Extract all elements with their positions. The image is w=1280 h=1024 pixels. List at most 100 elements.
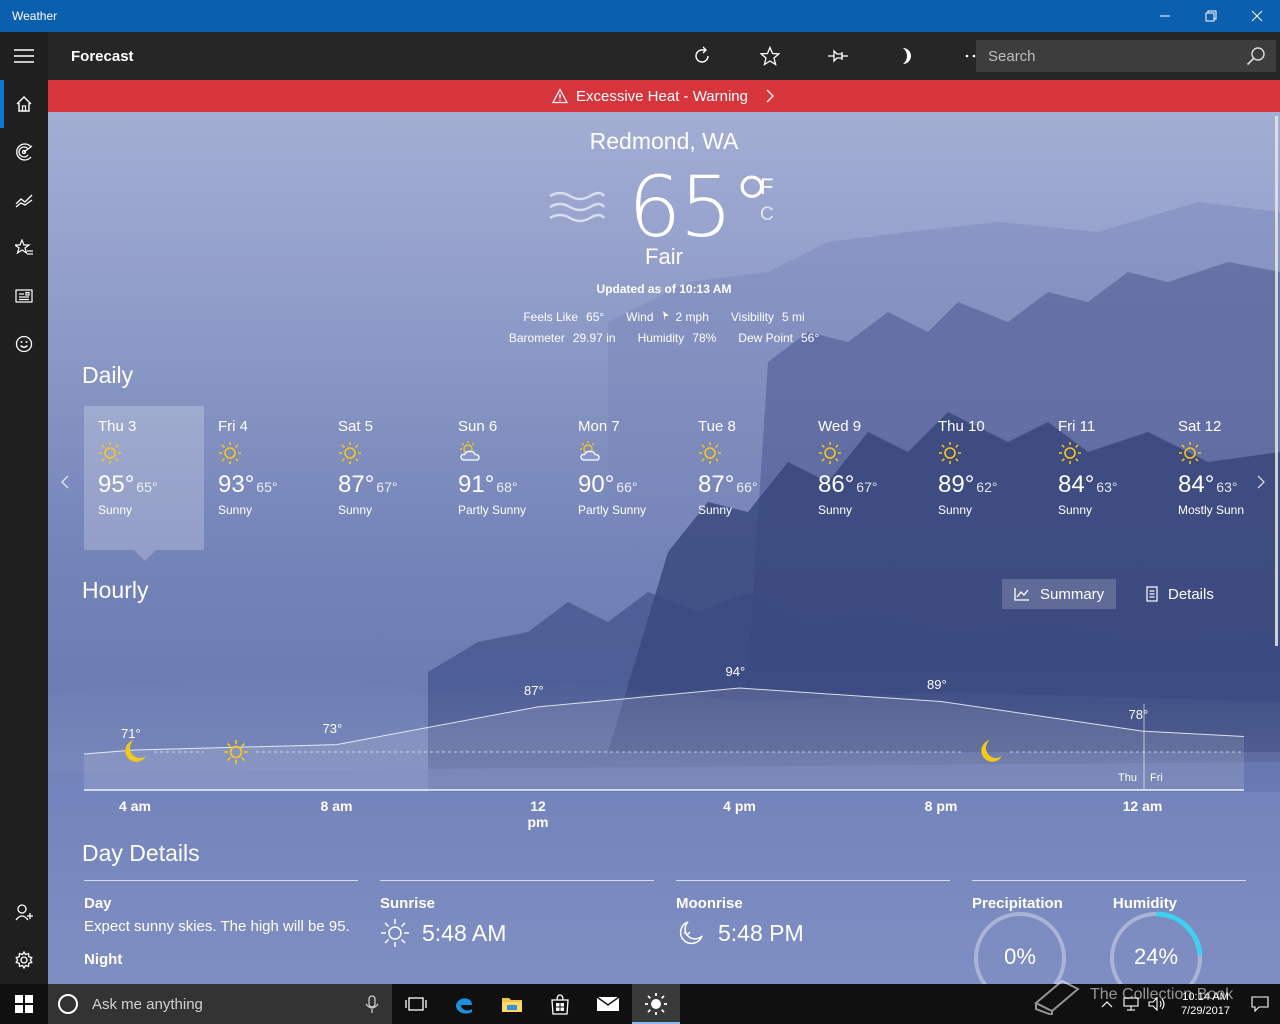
store-button[interactable] [536, 984, 584, 1024]
refresh-button[interactable] [668, 32, 736, 80]
day-high: 86° [818, 471, 855, 498]
day-high: 84° [1178, 471, 1215, 498]
day-low: 63° [1216, 479, 1238, 495]
nav-settings[interactable] [0, 936, 48, 984]
watermark: The Collection Book [1032, 975, 1233, 1015]
daily-heading: Daily [82, 362, 134, 388]
selected-day-pointer [134, 550, 156, 561]
day-night-summary: Day Expect sunny skies. The high will be… [84, 880, 358, 968]
daily-prev-button[interactable] [60, 474, 70, 495]
sunrise-panel: Sunrise 5:48 AM [380, 880, 654, 948]
left-navigation [0, 32, 48, 984]
day-condition: Partly Sunny [458, 503, 527, 517]
close-button[interactable] [1234, 0, 1280, 32]
windows-logo-icon [15, 995, 33, 1013]
folder-icon [502, 998, 522, 1012]
summary-button[interactable]: Summary [1002, 579, 1117, 609]
metrics-row-2: Barometer 29.97 in Humidity 78% Dew Point 5… [48, 331, 1280, 345]
action-center-button[interactable] [1240, 984, 1280, 1024]
window-title: Weather [12, 9, 58, 23]
moon-icon [903, 48, 911, 64]
cortana-search-box [48, 984, 392, 1024]
hamburger-menu-button[interactable] [0, 32, 48, 80]
daily-day-card[interactable]: Fri 11 84° 63° Sunny [1044, 406, 1164, 550]
sunrise-icon [381, 919, 409, 947]
cortana-search-input[interactable] [92, 995, 348, 1013]
nav-forecast[interactable] [0, 80, 48, 128]
sun-icon [219, 442, 241, 464]
humidity-gauge: 24% [1108, 910, 1204, 984]
radar-icon [16, 143, 33, 161]
mail-button[interactable] [584, 984, 632, 1024]
nav-historical[interactable] [0, 176, 48, 224]
day-name: Thu 3 [98, 418, 137, 435]
favorite-button[interactable] [736, 32, 804, 80]
details-button[interactable]: Details [1134, 579, 1226, 609]
day-high: 87° [698, 471, 735, 498]
theme-button[interactable] [872, 32, 940, 80]
search-input[interactable] [976, 47, 1236, 65]
day-condition: Mostly Sunn [1178, 503, 1245, 517]
partly-sunny-icon [580, 441, 600, 461]
day-name: Wed 9 [818, 418, 862, 435]
day-name: Sat 12 [1178, 418, 1222, 435]
fog-icon [549, 191, 605, 223]
chevron-left-icon [61, 475, 69, 489]
moonrise-time: 5:48 PM [718, 919, 804, 946]
location-name: Redmond, WA [589, 128, 739, 154]
moonrise-label: Moonrise [676, 895, 743, 912]
store-icon [551, 994, 569, 1015]
alert-text: Excessive Heat - Warning [575, 87, 748, 105]
hourly-temp-label: 73° [322, 720, 343, 736]
minimize-button[interactable] [1142, 0, 1188, 32]
microphone-icon[interactable] [360, 994, 384, 1014]
day-low: 66° [736, 479, 758, 495]
home-icon [16, 96, 32, 112]
daily-day-card[interactable]: Sun 6 91° 68° Partly Sunny [444, 406, 564, 550]
day-details-heading: Day Details [82, 840, 200, 866]
unit-celsius[interactable]: C [760, 204, 774, 226]
daily-day-card[interactable]: Thu 3 95° 65° Sunny [84, 406, 204, 550]
pin-button[interactable] [804, 32, 872, 80]
wind-direction-icon [662, 311, 669, 321]
day-condition: Sunny [938, 503, 973, 517]
restore-button[interactable] [1188, 0, 1234, 32]
chevron-right-icon [766, 89, 774, 103]
task-view-button[interactable] [392, 984, 440, 1024]
start-button[interactable] [0, 984, 48, 1024]
document-list-icon [1146, 586, 1158, 602]
day-name: Sat 5 [338, 418, 374, 435]
weather-app-button[interactable] [632, 984, 680, 1024]
hourly-temp-label: 94° [725, 664, 746, 679]
daily-day-card[interactable]: Fri 4 93° 65° Sunny [204, 406, 324, 550]
daily-day-card[interactable]: Thu 10 89° 62° Sunny [924, 406, 1044, 550]
hourly-temp-label: 87° [524, 682, 544, 698]
hourly-temp-label: 78° [1128, 707, 1149, 723]
daily-day-card[interactable]: Tue 8 87° 66° Sunny [684, 406, 804, 550]
weather-alert-banner[interactable]: Excessive Heat - Warning [48, 80, 1280, 112]
sunrise-time: 5:48 AM [422, 919, 507, 946]
pin-icon [828, 49, 848, 63]
scrollbar[interactable] [1275, 116, 1278, 646]
humidity-value: 24% [1133, 944, 1179, 969]
nav-feedback[interactable] [0, 320, 48, 368]
nav-news[interactable] [0, 272, 48, 320]
edge-button[interactable] [440, 984, 488, 1024]
nav-places[interactable] [0, 224, 48, 272]
add-person-icon [15, 904, 33, 921]
summary-label: Summary [1040, 585, 1105, 603]
current-temperature: 65° [628, 158, 773, 256]
hourly-time-label: 12 pm [527, 798, 549, 830]
daily-day-card[interactable]: Sat 5 87° 67° Sunny [324, 406, 444, 550]
daily-day-card[interactable]: Wed 9 86° 67° Sunny [804, 406, 924, 550]
daily-day-card[interactable]: Mon 7 90° 66° Partly Sunny [564, 406, 684, 550]
mail-icon [596, 996, 620, 1011]
daily-day-card[interactable]: Sat 12 84° 63° Mostly Sunn [1164, 406, 1280, 550]
nav-account[interactable] [0, 888, 48, 936]
search-button[interactable] [1236, 40, 1276, 72]
hourly-time-label: 4 am [119, 798, 151, 814]
unit-fahrenheit[interactable]: F [760, 174, 773, 200]
nav-maps[interactable] [0, 128, 48, 176]
day-low: 67° [376, 479, 398, 495]
file-explorer-button[interactable] [488, 984, 536, 1024]
